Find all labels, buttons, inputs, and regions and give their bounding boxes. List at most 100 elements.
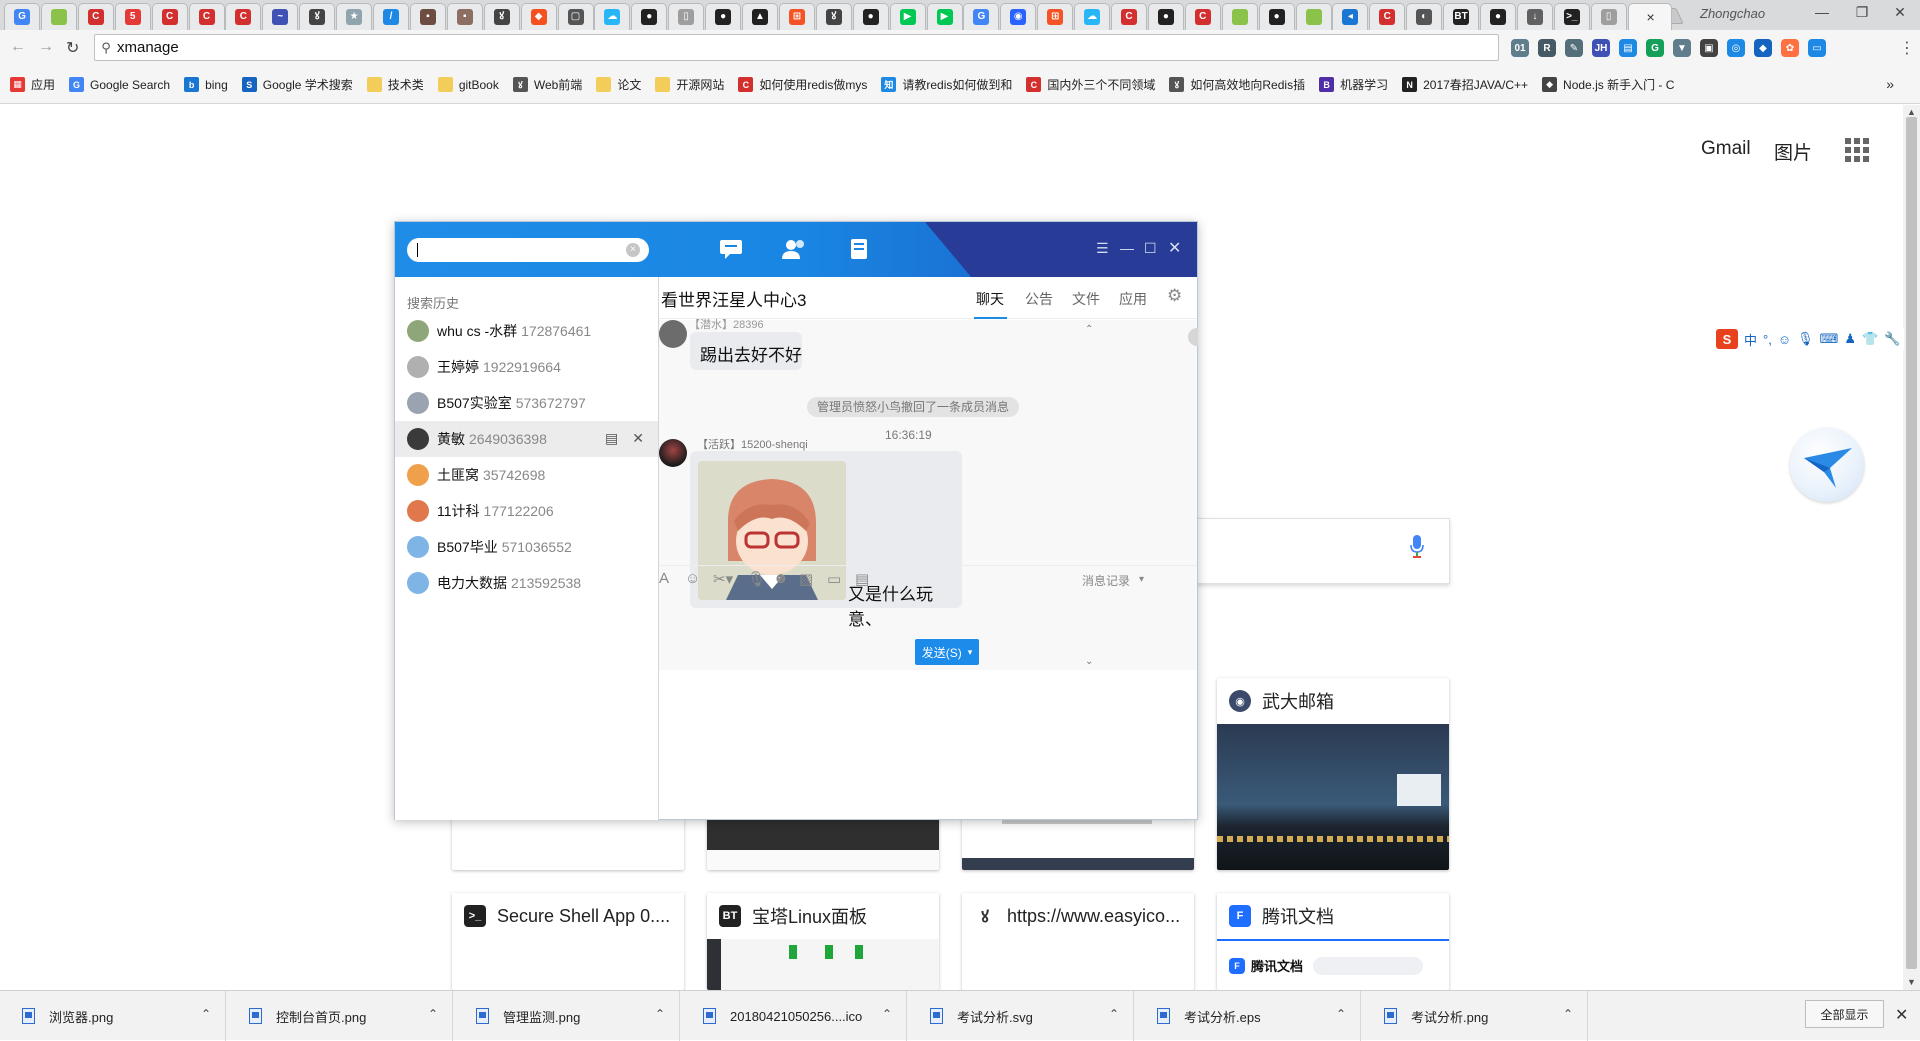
grammarly-ext-icon[interactable]: G [1646,39,1664,57]
bookmark-item[interactable]: 开源网站 [655,76,724,93]
browser-tab[interactable]: ⊞ [778,3,815,30]
browser-tab[interactable]: ▶ [926,3,963,30]
qq-search-input[interactable]: × [407,238,649,262]
browser-tab[interactable]: ▪ [409,3,446,30]
tab-apps[interactable]: 应用 [1119,289,1147,309]
ime-voice-icon[interactable]: 🎙 [1797,331,1814,347]
proxy-ext-icon[interactable]: ◎ [1727,39,1745,57]
search-history-item[interactable]: 11计科 177122206 [395,493,658,529]
search-history-item[interactable]: 电力大数据 213592538 [395,565,658,601]
graduate-ext-icon[interactable]: ◆ [1754,39,1772,57]
window-minimize-button[interactable]: — [1802,4,1842,20]
browser-tab[interactable]: ▯ [668,3,705,30]
browser-tab[interactable]: ⊞ [1037,3,1074,30]
rss-ext-icon[interactable]: 01 [1511,39,1529,57]
search-history-item[interactable]: 黄敏 2649036398 ▤ ✕ [395,421,658,457]
bookmark-item[interactable]: 技术类 [366,76,424,93]
avatar[interactable] [659,439,687,467]
images-link[interactable]: 图片 [1774,138,1812,165]
ime-chinese-mode-icon[interactable]: 中 [1744,330,1757,349]
qq-maximize-icon[interactable]: ☐ [1144,240,1157,257]
calendar-icon[interactable]: ▤ [855,570,869,588]
search-history-item[interactable]: B507实验室 573672797 [395,385,658,421]
download-item[interactable]: 考试分析.svg ⌃ [908,991,1134,1041]
browser-tab[interactable]: BT [1443,3,1480,30]
ime-user-icon[interactable]: ♟ [1844,331,1856,347]
browser-tab[interactable]: / [373,3,409,30]
font-icon[interactable]: A [659,570,669,587]
qq-minimize-icon[interactable]: — [1120,240,1134,256]
browser-tab[interactable]: C [188,3,225,30]
tab-announcement[interactable]: 公告 [1025,289,1053,309]
side-expand-handle[interactable] [1188,328,1198,346]
folder-icon[interactable]: ▭ [827,570,841,588]
bookmark-item[interactable]: S Google 学术搜索 [241,76,353,93]
tab-chat[interactable]: 聊天 [976,289,1004,309]
ime-skin-icon[interactable]: 👕 [1862,331,1878,347]
browser-tab[interactable]: C [77,3,114,30]
tile-easyicon[interactable]: ꙋ https://www.easyico... [962,893,1194,990]
evernote-ext-icon[interactable]: ✎ [1565,39,1583,57]
browser-tab[interactable]: ꙋ [483,3,520,30]
download-item[interactable]: 20180421050256....ico ⌃ [681,991,907,1041]
download-options-icon[interactable]: ⌃ [1563,1007,1573,1021]
browser-tab[interactable]: ● [1480,3,1516,30]
browser-tab[interactable]: ▯ [1590,3,1627,30]
tab-ext-icon[interactable]: ▣ [1700,39,1718,57]
search-history-item[interactable]: B507毕业 571036552 [395,529,658,565]
voice-search-icon[interactable] [1410,535,1424,559]
browser-tab[interactable]: ~ [262,3,299,30]
download-options-icon[interactable]: ⌃ [882,1007,892,1021]
bookmark-item[interactable]: gitBook [437,77,499,92]
ime-settings-icon[interactable]: 🔧 [1884,331,1900,347]
bookmark-item[interactable]: b bing [184,77,228,92]
back-arrow-icon[interactable]: ← [10,38,26,56]
gmail-link[interactable]: Gmail [1701,138,1751,160]
browser-tab[interactable]: ▪ [446,3,483,30]
download-item[interactable]: 考试分析.eps ⌃ [1135,991,1361,1041]
bookmark-item[interactable]: 知请教redis如何做到和 [881,76,1012,93]
voice-icon[interactable]: 🎙 [747,570,766,588]
sticker-icon[interactable]: ☻ [773,570,789,587]
scroll-up-icon[interactable]: ▲ [1907,107,1916,117]
browser-tab[interactable]: ꙋ [815,3,852,30]
browser-tab[interactable]: >_ [1553,3,1590,30]
browser-tab[interactable]: ꙋ [299,3,336,30]
close-tab-icon[interactable]: × [1647,9,1655,25]
history-dropdown-icon[interactable]: ▾ [1139,574,1144,585]
most-visited-tile[interactable]: ◉ 武大邮箱 [1217,678,1449,870]
active-tab[interactable]: × [1627,3,1672,30]
message-input[interactable] [659,598,1197,776]
qq-apps-icon[interactable] [849,238,871,266]
ime-keyboard-icon[interactable]: ⌨ [1820,331,1839,347]
browser-tab[interactable]: ★ [336,3,373,30]
browser-tab[interactable] [1221,3,1258,30]
qq-menu-icon[interactable]: ☰ [1096,240,1109,257]
browser-tab[interactable]: ▢ [557,3,594,30]
download-item[interactable]: 浏览器.png ⌃ [0,991,226,1041]
profile-name[interactable]: Zhongchao [1700,6,1765,21]
forward-arrow-icon[interactable]: → [38,38,54,56]
ime-toolbar[interactable]: S 中 °, ☺ 🎙 ⌨ ♟ 👕 🔧 [1712,328,1905,350]
window-close-button[interactable]: ✕ [1880,4,1920,21]
browser-tab[interactable] [40,3,77,30]
menu-icon[interactable]: ⋮ [1899,38,1915,58]
ime-punctuation-icon[interactable]: °, [1763,332,1772,347]
download-item[interactable]: 考试分析.png ⌃ [1362,991,1588,1041]
bookmark-item[interactable]: B 机器学习 [1319,76,1388,93]
bookmark-item[interactable]: C 国内外三个不同领域 [1026,76,1155,93]
bookmark-item[interactable]: 论文 [596,76,641,93]
message-bubble[interactable]: 踢出去好不好 [690,332,802,370]
browser-tab[interactable]: C [1111,3,1147,30]
download-options-icon[interactable]: ⌃ [1336,1007,1346,1021]
browser-tab[interactable]: ● [705,3,742,30]
search-history-item[interactable]: 土匪窝 35742698 [395,457,658,493]
browser-tab[interactable]: ◂ [1332,3,1369,30]
emoji-icon[interactable]: ☺ [685,570,700,587]
download-options-icon[interactable]: ⌃ [201,1007,211,1021]
clear-search-icon[interactable]: × [626,243,640,257]
tile-bt-panel[interactable]: BT 宝塔Linux面板 [707,893,939,990]
tab-files[interactable]: 文件 [1072,289,1100,309]
bookmark-item[interactable]: ◆ Node.js 新手入门 - C [1542,76,1674,93]
download-item[interactable]: 管理监测.png ⌃ [454,991,680,1041]
